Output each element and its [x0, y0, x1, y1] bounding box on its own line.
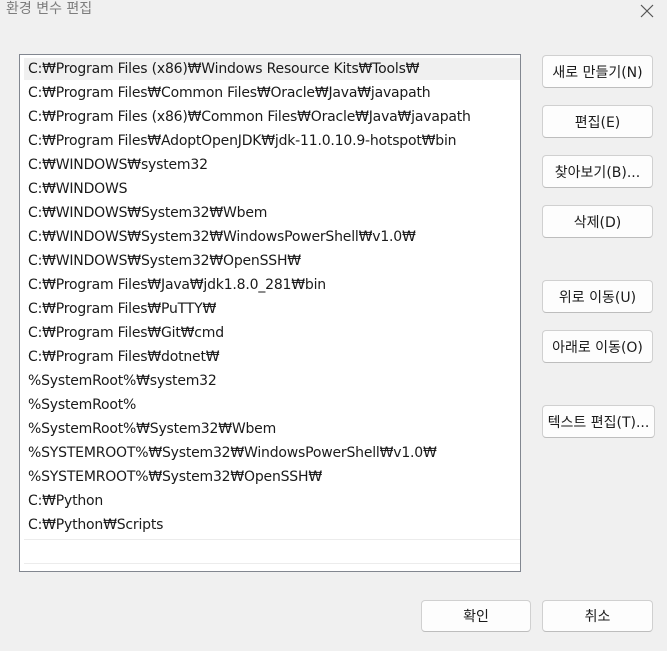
- ok-button[interactable]: 확인: [421, 600, 531, 632]
- cancel-button[interactable]: 취소: [542, 600, 653, 632]
- move-down-button[interactable]: 아래로 이동(O): [542, 330, 653, 363]
- list-divider: [24, 563, 520, 564]
- close-icon: [640, 4, 654, 18]
- path-list-item[interactable]: %SystemRoot%: [24, 394, 520, 416]
- new-button[interactable]: 새로 만들기(N): [542, 55, 653, 88]
- title-bar: 환경 변수 편집: [0, 0, 667, 26]
- path-list-item[interactable]: C:₩Program Files₩dotnet₩: [24, 346, 520, 368]
- path-list-item[interactable]: C:₩WINDOWS₩system32: [24, 154, 520, 176]
- window-title: 환경 변수 편집: [6, 1, 93, 17]
- path-list-item[interactable]: %SystemRoot%₩System32₩Wbem: [24, 418, 520, 440]
- path-list-item[interactable]: C:₩Program Files (x86)₩Windows Resource …: [24, 58, 520, 80]
- path-list-item[interactable]: C:₩Program Files₩Java₩jdk1.8.0_281₩bin: [24, 274, 520, 296]
- path-list-item[interactable]: C:₩WINDOWS: [24, 178, 520, 200]
- delete-button[interactable]: 삭제(D): [542, 205, 653, 238]
- path-list-item[interactable]: C:₩Program Files₩Git₩cmd: [24, 322, 520, 344]
- path-list-item[interactable]: C:₩Program Files (x86)₩Common Files₩Orac…: [24, 106, 520, 128]
- path-listbox[interactable]: C:₩Program Files (x86)₩Windows Resource …: [19, 54, 521, 572]
- close-button[interactable]: [635, 0, 659, 22]
- path-list-item[interactable]: C:₩Program Files₩PuTTY₩: [24, 298, 520, 320]
- edit-text-button[interactable]: 텍스트 편집(T)...: [542, 405, 655, 438]
- path-list-item[interactable]: %SYSTEMROOT%₩System32₩WindowsPowerShell₩…: [24, 442, 520, 464]
- path-list-item[interactable]: C:₩Python₩Scripts: [24, 514, 520, 536]
- path-list-item[interactable]: C:₩WINDOWS₩System32₩Wbem: [24, 202, 520, 224]
- path-list-item[interactable]: C:₩Python: [24, 490, 520, 512]
- path-list-item[interactable]: %SystemRoot%₩system32: [24, 370, 520, 392]
- move-up-button[interactable]: 위로 이동(U): [542, 280, 653, 313]
- list-divider: [24, 539, 520, 540]
- edit-button[interactable]: 편집(E): [542, 105, 653, 138]
- path-list-item[interactable]: C:₩WINDOWS₩System32₩OpenSSH₩: [24, 250, 520, 272]
- path-list-item[interactable]: C:₩Program Files₩AdoptOpenJDK₩jdk-11.0.1…: [24, 130, 520, 152]
- path-list-item[interactable]: C:₩WINDOWS₩System32₩WindowsPowerShell₩v1…: [24, 226, 520, 248]
- path-list-item[interactable]: C:₩Program Files₩Common Files₩Oracle₩Jav…: [24, 82, 520, 104]
- browse-button[interactable]: 찾아보기(B)...: [542, 155, 653, 188]
- path-list-item[interactable]: %SYSTEMROOT%₩System32₩OpenSSH₩: [24, 466, 520, 488]
